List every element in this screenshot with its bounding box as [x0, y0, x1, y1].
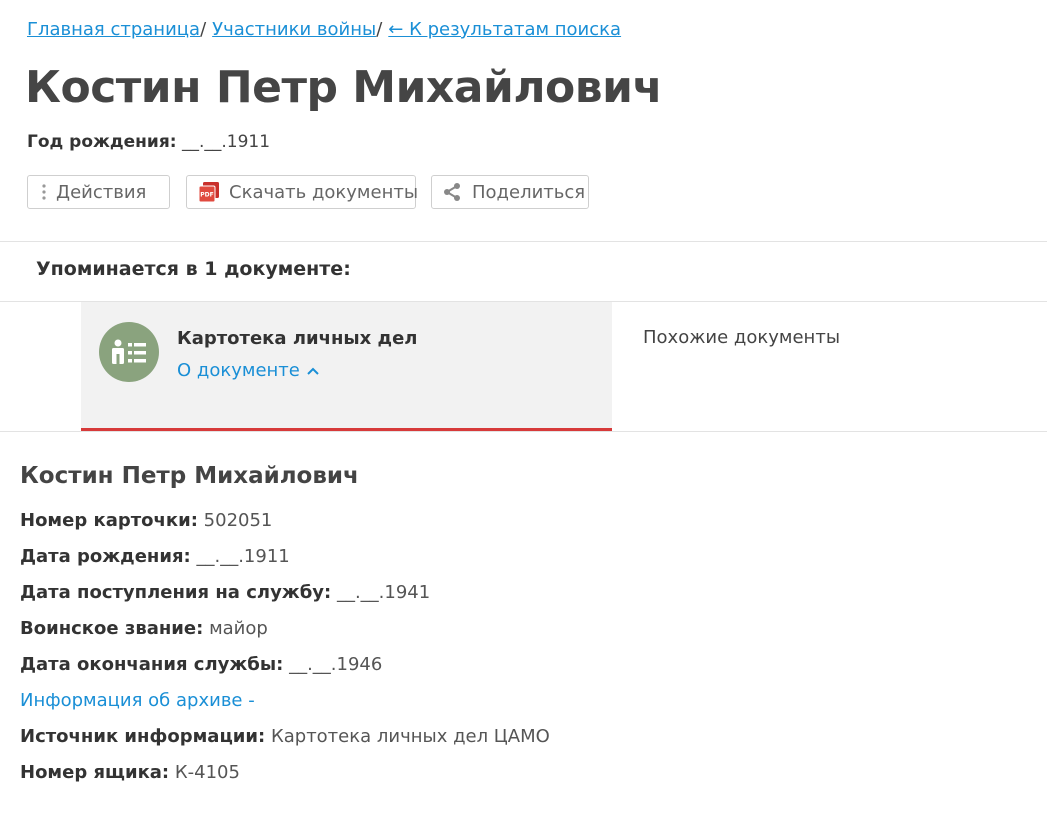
breadcrumb-home-link[interactable]: Главная страница — [27, 19, 200, 40]
breadcrumb-participants-link[interactable]: Участники войны — [212, 19, 376, 40]
about-document-toggle[interactable]: О документе — [177, 360, 320, 381]
field-label: Номер карточки: — [20, 510, 198, 531]
document-title: Картотека личных дел — [177, 328, 418, 349]
chevron-up-icon — [307, 367, 319, 375]
field-value: __.__.1946 — [289, 654, 383, 675]
download-documents-label: Скачать документы — [229, 181, 419, 203]
actions-button[interactable]: Действия — [27, 175, 170, 209]
field-label: Дата поступления на службу: — [20, 582, 332, 603]
back-to-results-link[interactable]: ← К результатам поиска — [388, 19, 621, 40]
breadcrumb-separator: / — [200, 19, 207, 40]
svg-text:PDF: PDF — [200, 192, 213, 199]
field-value: __.__.1911 — [196, 546, 290, 567]
kebab-icon — [42, 184, 46, 200]
field-military-rank: Воинское звание: майор — [20, 618, 268, 639]
page-title: Костин Петр Михайлович — [25, 62, 663, 113]
field-birth-date: Дата рождения: __.__.1911 — [20, 546, 290, 567]
field-value: майор — [209, 618, 268, 639]
field-label: Дата окончания службы: — [20, 654, 284, 675]
about-document-label: О документе — [177, 360, 300, 381]
birth-year-label: Год рождения: — [27, 132, 177, 152]
download-documents-button[interactable]: PDF Скачать документы — [186, 175, 419, 209]
field-label: Воинское звание: — [20, 618, 204, 639]
field-value: 502051 — [203, 510, 273, 531]
breadcrumb-separator: / — [376, 19, 383, 40]
document-tab-active[interactable]: Картотека личных дел О документе — [81, 302, 612, 431]
personnel-card-icon — [99, 322, 159, 382]
birth-year-value: __.__.1911 — [181, 132, 271, 152]
tab-similar-documents[interactable]: Похожие документы — [643, 327, 840, 348]
field-box-number: Номер ящика: К-4105 — [20, 762, 240, 783]
field-value: К-4105 — [174, 762, 240, 783]
share-icon — [442, 182, 462, 202]
breadcrumb: Главная страница/Участники войны/← К рез… — [27, 19, 621, 40]
card-person-name: Костин Петр Михайлович — [20, 463, 359, 489]
divider — [0, 431, 1047, 432]
archive-info-link[interactable]: Информация об архиве - — [20, 690, 255, 711]
field-service-end: Дата окончания службы: __.__.1946 — [20, 654, 382, 675]
field-label: Дата рождения: — [20, 546, 191, 567]
birth-year: Год рождения: __.__.1911 — [27, 132, 270, 152]
mentions-title: Упоминается в 1 документе: — [36, 258, 351, 280]
field-service-start: Дата поступления на службу: __.__.1941 — [20, 582, 430, 603]
pdf-icon: PDF — [199, 182, 219, 202]
actions-label: Действия — [56, 181, 147, 203]
field-card-number: Номер карточки: 502051 — [20, 510, 272, 531]
divider — [0, 241, 1047, 242]
field-value: Картотека личных дел ЦАМО — [270, 726, 550, 747]
field-value: __.__.1941 — [336, 582, 431, 603]
field-info-source: Источник информации: Картотека личных де… — [20, 726, 550, 747]
share-button[interactable]: Поделиться — [431, 175, 589, 209]
field-label: Источник информации: — [20, 726, 266, 747]
share-label: Поделиться — [472, 181, 586, 203]
field-label: Номер ящика: — [20, 762, 170, 783]
